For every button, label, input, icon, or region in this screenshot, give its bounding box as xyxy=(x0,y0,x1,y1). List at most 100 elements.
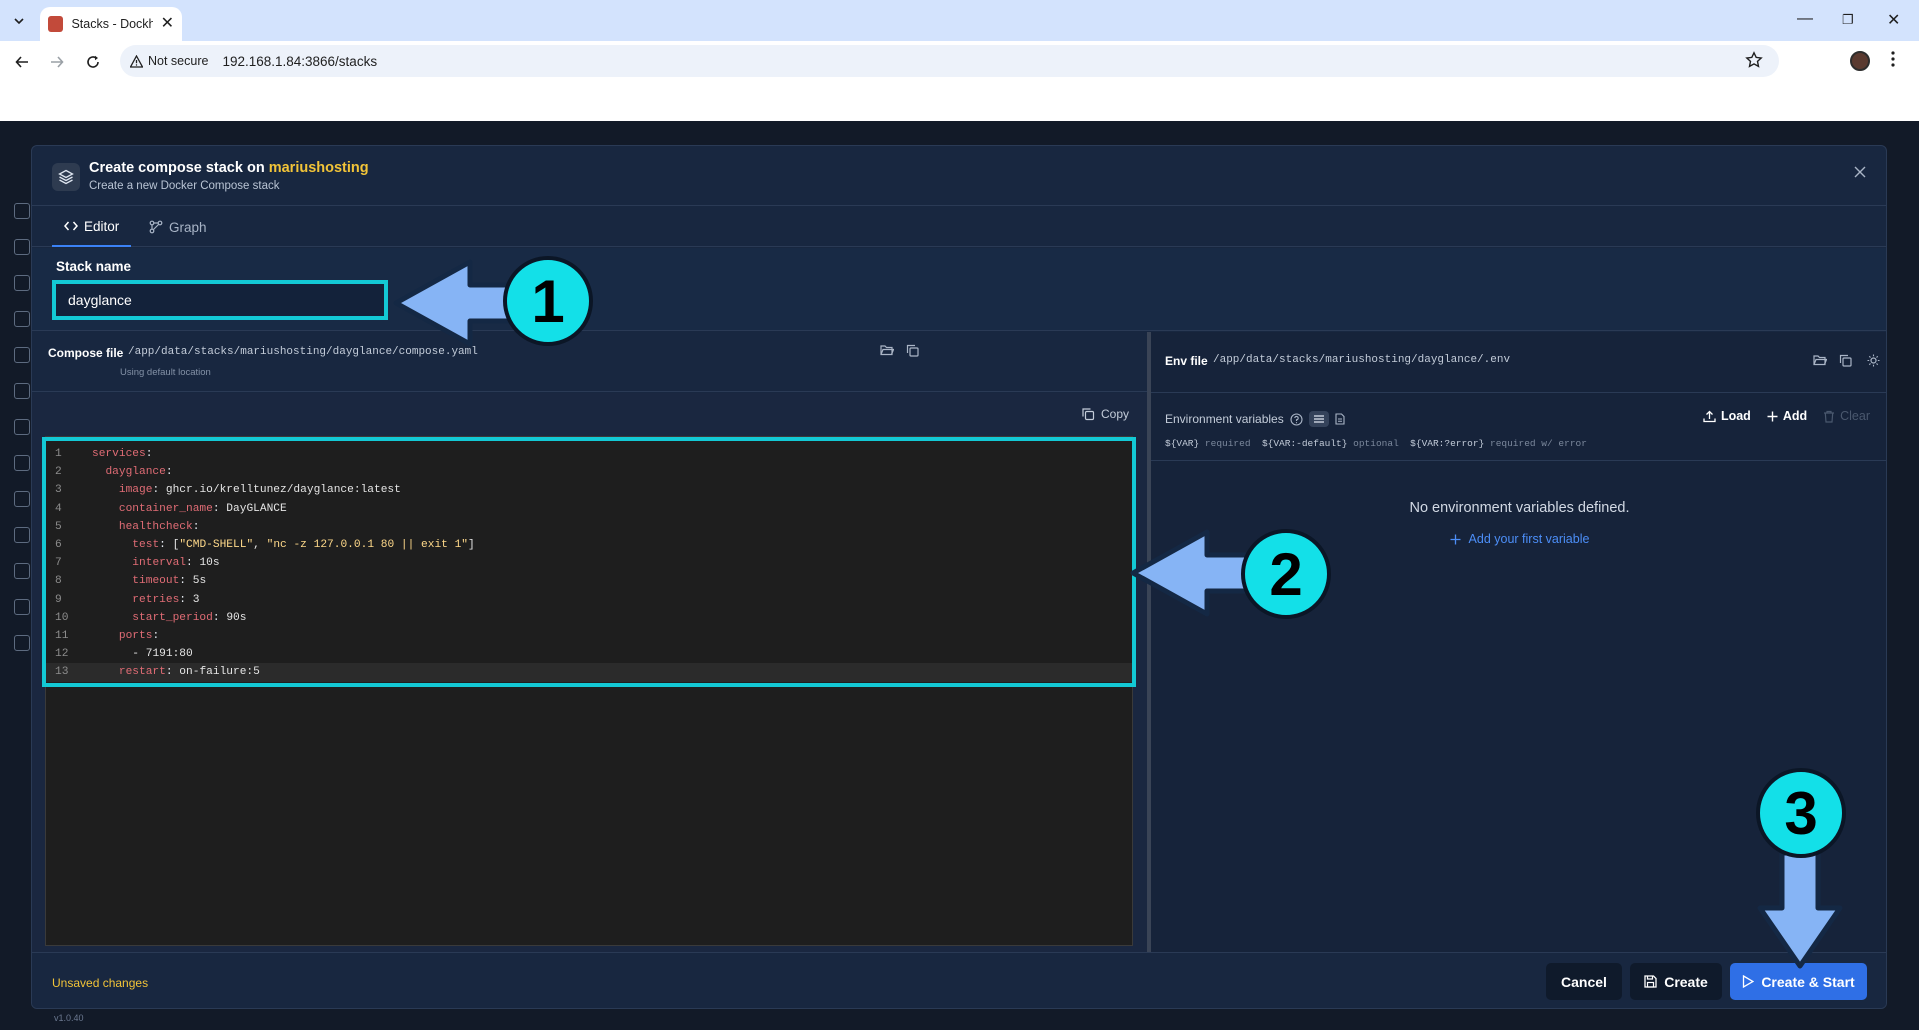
timer-icon[interactable] xyxy=(14,599,30,615)
line-number: 11 xyxy=(55,630,69,642)
line-number: 4 xyxy=(55,502,62,515)
bookmark-star-icon[interactable] xyxy=(1745,51,1763,69)
empty-env-message: No environment variables defined. xyxy=(1409,500,1630,516)
line-code: dayglance: xyxy=(105,466,173,479)
terminal-icon[interactable] xyxy=(14,311,30,327)
syntax-required-note: required xyxy=(1204,438,1251,449)
code-line: 8 timeout: 5s xyxy=(46,572,1132,590)
compose-header: Compose file /app/data/stacks/mariushost… xyxy=(32,332,1147,392)
tab-close-icon[interactable]: ✕ xyxy=(161,16,174,32)
code-editor[interactable]: 1 services: 2 dayglance: 3 image: ghcr.io/k… xyxy=(45,436,1133,946)
stacks-icon[interactable] xyxy=(14,347,30,363)
security-indicator[interactable]: Not secure xyxy=(130,54,222,68)
list-view-toggle-icon[interactable] xyxy=(1308,411,1329,427)
trash-icon xyxy=(1824,410,1835,423)
restore-icon[interactable]: ❐ xyxy=(1842,12,1854,28)
compose-path-hint: Using default location xyxy=(120,367,211,378)
reload-icon[interactable] xyxy=(82,51,104,73)
compose-file-path: /app/data/stacks/mariushosting/dayglance… xyxy=(128,346,478,358)
dashboard-icon[interactable] xyxy=(14,203,30,219)
compose-file-label: Compose file xyxy=(48,346,124,360)
browser-menu-icon[interactable] xyxy=(1890,49,1896,69)
copy-icon xyxy=(1082,408,1095,421)
graph-icon xyxy=(149,220,163,234)
file-view-toggle-icon[interactable] xyxy=(1335,413,1345,425)
add-first-variable-label: Add your first variable xyxy=(1468,532,1590,546)
browser-tab[interactable]: Stacks - Dockh ✕ xyxy=(40,7,182,41)
line-code: restart: on-failure:5 xyxy=(118,666,260,679)
create-label: Create xyxy=(1664,973,1708,990)
unsaved-changes-indicator: Unsaved changes xyxy=(52,976,149,990)
tab-graph-label: Graph xyxy=(169,219,207,235)
upload-icon xyxy=(1703,410,1716,422)
profile-avatar[interactable] xyxy=(1850,51,1870,71)
tab-editor[interactable]: Editor xyxy=(52,207,132,247)
line-number: 7 xyxy=(55,557,62,570)
warning-icon xyxy=(130,54,143,68)
line-code: timeout: 5s xyxy=(132,575,207,588)
create-and-start-button[interactable]: Create & Start xyxy=(1730,963,1867,1000)
load-label: Load xyxy=(1720,409,1751,423)
line-number: 2 xyxy=(55,466,62,479)
settings-icon[interactable] xyxy=(14,635,30,651)
env-divider xyxy=(1151,460,1886,461)
cancel-button[interactable]: Cancel xyxy=(1546,963,1622,1000)
clear-button[interactable]: Clear xyxy=(1823,409,1870,423)
security-label: Not secure xyxy=(148,54,209,68)
tab-graph[interactable]: Graph xyxy=(149,207,207,247)
images-icon[interactable] xyxy=(14,383,30,399)
line-number: 10 xyxy=(55,611,69,624)
code-line: 9 retries: 3 xyxy=(46,591,1132,609)
networks-icon[interactable] xyxy=(14,455,30,471)
folder-open-icon[interactable] xyxy=(880,344,894,356)
downloads-icon[interactable] xyxy=(14,527,30,543)
dialog-subtitle: Create a new Docker Compose stack xyxy=(89,180,280,192)
browser-toolbar: Not secure 192.168.1.84:3866/stacks xyxy=(0,41,1919,81)
add-first-variable-link[interactable]: Add your first variable xyxy=(1151,532,1886,546)
registries-icon[interactable] xyxy=(14,491,30,507)
tab-editor-label: Editor xyxy=(84,218,120,234)
stack-name-label: Stack name xyxy=(56,259,132,274)
line-code: test: ["CMD-SHELL", "nc -z 127.0.0.1 80 … xyxy=(132,539,475,551)
code-line: 10 start_period: 90s xyxy=(46,609,1132,627)
env-vars-label: Environment variables xyxy=(1165,412,1284,426)
minimize-icon[interactable]: — xyxy=(1797,10,1813,28)
help-circle-icon[interactable] xyxy=(1290,412,1303,426)
load-button[interactable]: Load xyxy=(1703,409,1751,423)
theme-sun-icon[interactable] xyxy=(1867,354,1880,367)
code-line: 1 services: xyxy=(46,445,1132,463)
env-file-label: Env file xyxy=(1165,354,1208,368)
line-code: image: ghcr.io/krelltunez/dayglance:late… xyxy=(118,484,401,497)
dialog-close-icon[interactable] xyxy=(1854,166,1866,178)
env-folder-open-icon[interactable] xyxy=(1813,354,1827,366)
cancel-label: Cancel xyxy=(1561,973,1607,990)
compose-pane: Compose file /app/data/stacks/mariushost… xyxy=(32,332,1147,953)
line-code: - 7191:80 xyxy=(132,648,193,661)
syntax-optional-note: optional xyxy=(1353,438,1399,449)
clear-label: Clear xyxy=(1840,409,1870,423)
activity-icon[interactable] xyxy=(14,563,30,579)
line-code: retries: 3 xyxy=(132,593,200,606)
create-button[interactable]: Create xyxy=(1630,963,1722,1000)
play-icon xyxy=(1743,975,1755,988)
copy-path-icon[interactable] xyxy=(906,344,919,357)
env-copy-path-icon[interactable] xyxy=(1839,354,1852,367)
back-icon[interactable] xyxy=(11,51,33,73)
logs-icon[interactable] xyxy=(14,275,30,291)
stack-name-input[interactable] xyxy=(52,280,388,320)
containers-icon[interactable] xyxy=(14,239,30,255)
line-number: 5 xyxy=(55,520,62,533)
code-line: 4 container_name: DayGLANCE xyxy=(46,500,1132,518)
dialog-title: Create compose stack on mariushosting xyxy=(89,160,369,176)
code-line: 5 healthcheck: xyxy=(46,518,1132,536)
window-close-icon[interactable]: ✕ xyxy=(1887,10,1900,30)
volumes-icon[interactable] xyxy=(14,419,30,435)
address-bar[interactable]: Not secure 192.168.1.84:3866/stacks xyxy=(120,45,1779,77)
url-text[interactable]: 192.168.1.84:3866/stacks xyxy=(222,54,377,69)
add-variable-button[interactable]: Add xyxy=(1767,409,1807,423)
line-number: 8 xyxy=(55,575,62,588)
forward-icon[interactable] xyxy=(46,51,68,73)
tab-title: Stacks - Dockh xyxy=(71,17,153,31)
copy-button[interactable]: Copy xyxy=(1081,407,1129,421)
tab-search-chevron-icon[interactable] xyxy=(8,10,30,32)
